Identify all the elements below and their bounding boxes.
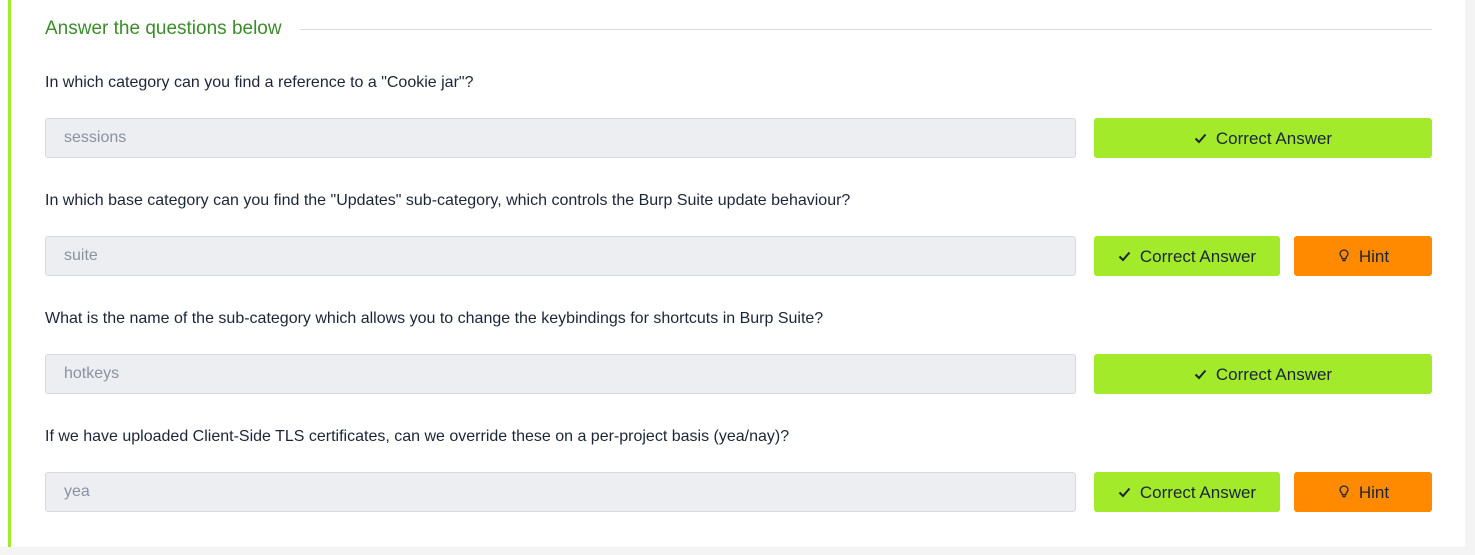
hint-button[interactable]: Hint (1294, 236, 1432, 276)
answer-input[interactable] (45, 118, 1076, 158)
question-text: If we have uploaded Client-Side TLS cert… (45, 428, 790, 445)
answer-input[interactable] (45, 236, 1076, 276)
hint-label: Hint (1358, 482, 1390, 502)
accent-bar (8, 0, 11, 547)
check-icon (1194, 367, 1208, 381)
section-title: Answer the questions below (45, 18, 282, 39)
correct-answer-label: Correct Answer (1215, 128, 1333, 148)
correct-answer-button[interactable]: Correct Answer (1094, 472, 1280, 512)
hint-button[interactable]: Hint (1294, 472, 1432, 512)
section-divider (299, 28, 1432, 30)
correct-answer-button[interactable]: Correct Answer (1094, 236, 1280, 276)
hint-label: Hint (1358, 246, 1390, 266)
correct-answer-label: Correct Answer (1139, 482, 1257, 502)
answer-input[interactable] (45, 354, 1076, 394)
correct-answer-label: Correct Answer (1215, 364, 1333, 384)
section-header: Answer the questions below (45, 14, 1432, 44)
question-text: In which category can you find a referen… (45, 74, 474, 91)
check-icon (1118, 485, 1132, 499)
correct-answer-button[interactable]: Correct Answer (1094, 118, 1432, 158)
task-panel: Answer the questions below In which cate… (0, 0, 1465, 547)
answer-input[interactable] (45, 472, 1076, 512)
question-text: In which base category can you find the … (45, 192, 851, 209)
check-icon (1118, 249, 1132, 263)
lightbulb-icon (1337, 485, 1351, 499)
check-icon (1194, 131, 1208, 145)
correct-answer-button[interactable]: Correct Answer (1094, 354, 1432, 394)
question-text: What is the name of the sub-category whi… (45, 310, 824, 327)
correct-answer-label: Correct Answer (1139, 246, 1257, 266)
lightbulb-icon (1337, 249, 1351, 263)
